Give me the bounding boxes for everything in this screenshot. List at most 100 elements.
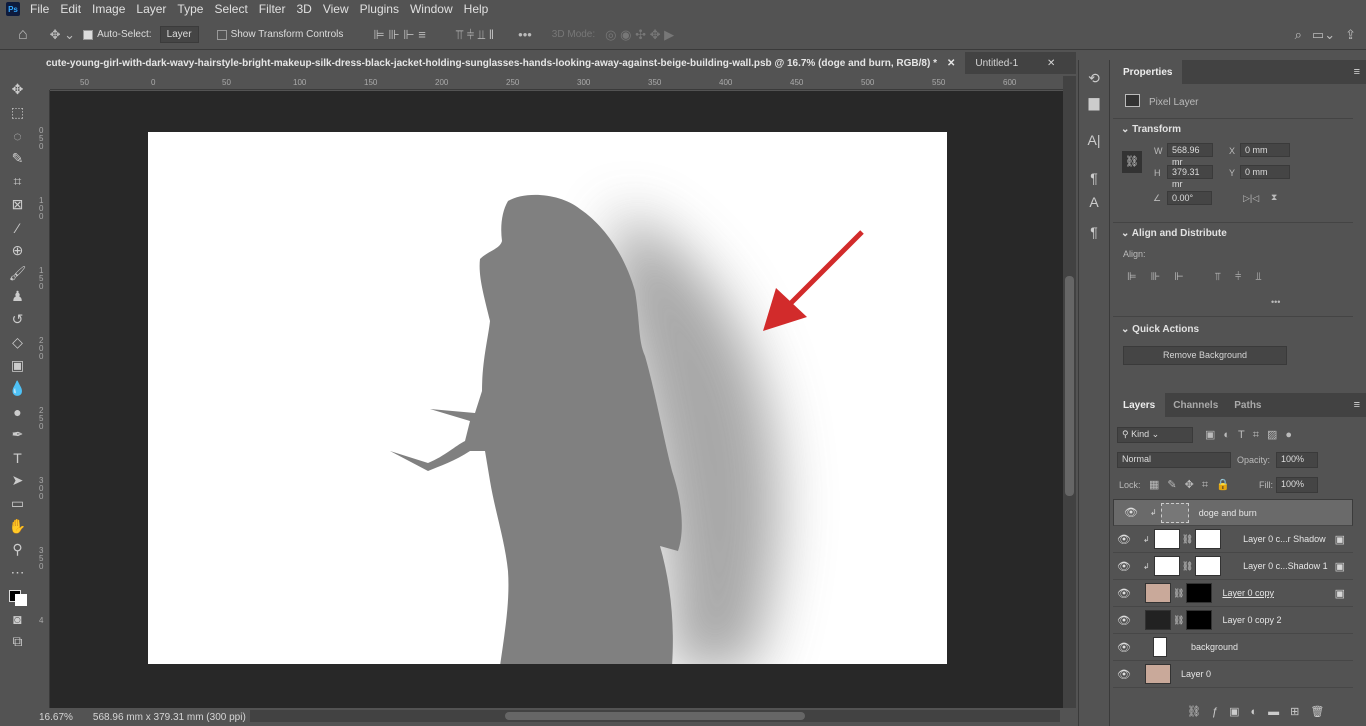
crop-tool-icon[interactable]: ⌗	[5, 170, 31, 193]
move-tool-icon[interactable]: ✥ ⌄	[50, 27, 75, 43]
tab-channels[interactable]: Channels	[1165, 400, 1226, 411]
canvas-area[interactable]	[50, 91, 1063, 708]
menu-filter[interactable]: Filter	[259, 2, 286, 16]
comments-icon[interactable]: ▆	[1079, 94, 1109, 118]
menu-view[interactable]: View	[323, 2, 349, 16]
more-options-icon[interactable]: •••	[1271, 297, 1280, 307]
menu-layer[interactable]: Layer	[136, 2, 166, 16]
close-icon[interactable]: ✕	[947, 58, 955, 69]
fill-field[interactable]: 100%	[1276, 477, 1318, 493]
layer-row[interactable]: 👁 ↲ ⛓ Layer 0 c...Shadow 1 ▣	[1113, 553, 1353, 580]
layer-row[interactable]: 👁 ⛓ Layer 0 copy 2	[1113, 607, 1353, 634]
rectangle-tool-icon[interactable]: ▭	[5, 492, 31, 515]
vertical-scrollbar[interactable]	[1063, 76, 1076, 708]
layer-row[interactable]: 👁 Layer 0	[1113, 661, 1353, 688]
type-tool-icon[interactable]: T	[5, 446, 31, 469]
close-icon[interactable]: ✕	[1047, 58, 1055, 69]
eye-icon[interactable]: 👁	[1113, 533, 1135, 546]
menu-select[interactable]: Select	[214, 2, 247, 16]
angle-field[interactable]: 0.00°	[1167, 191, 1212, 205]
blend-mode-dropdown[interactable]: Normal	[1117, 452, 1231, 468]
menu-edit[interactable]: Edit	[60, 2, 81, 16]
hand-tool-icon[interactable]: ✋	[5, 515, 31, 538]
character-styles-icon[interactable]: A	[1079, 194, 1109, 218]
history-brush-icon[interactable]: ↺	[5, 308, 31, 331]
menu-help[interactable]: Help	[464, 2, 489, 16]
character-icon[interactable]: A|	[1079, 132, 1109, 156]
filter-kind-dropdown[interactable]: ⚲ Kind ⌄	[1117, 427, 1193, 443]
frame-tool-icon[interactable]: ⊠	[5, 193, 31, 216]
share-icon[interactable]: ⇪	[1345, 27, 1356, 43]
document-canvas[interactable]	[50, 91, 1063, 708]
brush-tool-icon[interactable]: 🖌	[5, 262, 31, 285]
eye-icon[interactable]: 👁	[1113, 587, 1135, 600]
link-icon[interactable]: ⛓	[1122, 151, 1142, 173]
paragraph-icon[interactable]: ¶	[1079, 224, 1109, 248]
workspace-icon[interactable]: ▭⌄	[1312, 27, 1335, 43]
more-icon[interactable]: •••	[518, 27, 532, 42]
tab-untitled[interactable]: Untitled-1 ✕	[965, 52, 1065, 74]
tab-paths[interactable]: Paths	[1226, 400, 1269, 411]
panel-menu-icon[interactable]: ≡	[1354, 399, 1360, 411]
align-buttons[interactable]: ⊫⊪⊩ ⫪⫩⫫	[1127, 270, 1276, 284]
move-tool-icon[interactable]: ✥	[5, 78, 31, 101]
menu-file[interactable]: File	[30, 2, 49, 16]
x-field[interactable]: 0 mm	[1240, 143, 1290, 157]
distribute-icons[interactable]: ⫪ ⫩ ⫫ ‖	[456, 27, 494, 43]
opacity-field[interactable]: 100%	[1276, 452, 1318, 468]
stamp-tool-icon[interactable]: ♟	[5, 285, 31, 308]
flip-vertical-icon[interactable]: ⧗	[1271, 192, 1277, 203]
show-transform-checkbox[interactable]: Show Transform Controls	[216, 29, 343, 40]
layer-row[interactable]: 👁 ⛓ Layer 0 copy ▣	[1113, 580, 1353, 607]
filter-icons[interactable]: ▣◐T⌗▨●	[1205, 428, 1300, 442]
flip-horizontal-icon[interactable]: ▷|◁	[1243, 193, 1259, 204]
brush-settings-icon[interactable]: ¶	[1079, 170, 1109, 194]
layer-actions[interactable]: ⛓ƒ▣◐▬⊞🗑	[1187, 705, 1335, 718]
remove-background-button[interactable]: Remove Background	[1123, 346, 1287, 365]
history-icon[interactable]: ⟲	[1079, 70, 1109, 94]
eye-icon[interactable]: 👁	[1120, 506, 1142, 519]
eye-icon[interactable]: 👁	[1113, 668, 1135, 681]
layer-row[interactable]: 👁 background	[1113, 634, 1353, 661]
document-info[interactable]: 568.96 mm x 379.31 mm (300 ppi)	[93, 712, 246, 723]
path-select-tool-icon[interactable]: ➤	[5, 469, 31, 492]
layer-row[interactable]: 👁 ↲ doge and burn	[1113, 499, 1353, 526]
quick-select-tool-icon[interactable]: ✎	[5, 147, 31, 170]
gradient-tool-icon[interactable]: ▣	[5, 354, 31, 377]
dodge-tool-icon[interactable]: ●	[5, 400, 31, 423]
menu-image[interactable]: Image	[92, 2, 125, 16]
align-icons[interactable]: ⊫ ⊪ ⊩ ≡	[373, 27, 425, 43]
y-field[interactable]: 0 mm	[1240, 165, 1290, 179]
search-icon[interactable]: ⌕	[1295, 27, 1302, 43]
lock-icons[interactable]: ▦✎✥⌗🔒	[1149, 478, 1238, 492]
width-field[interactable]: 568.96 mr	[1167, 143, 1213, 167]
tab-document[interactable]: cute-young-girl-with-dark-wavy-hairstyle…	[36, 52, 966, 74]
eye-icon[interactable]: 👁	[1113, 560, 1135, 573]
horizontal-scrollbar[interactable]	[250, 710, 1060, 722]
panel-menu-icon[interactable]: ≡	[1354, 66, 1360, 78]
marquee-tool-icon[interactable]: ⬚	[5, 101, 31, 124]
menu-window[interactable]: Window	[410, 2, 453, 16]
color-swatches-icon[interactable]	[5, 584, 31, 607]
layer-row[interactable]: 👁 ↲ ⛓ Layer 0 c...r Shadow ▣	[1113, 526, 1353, 553]
auto-select-checkbox[interactable]: Auto-Select:	[83, 29, 152, 40]
eye-icon[interactable]: 👁	[1113, 641, 1135, 654]
home-icon[interactable]: ⌂	[18, 26, 28, 44]
menu-type[interactable]: Type	[177, 2, 203, 16]
eraser-tool-icon[interactable]: ◇	[5, 331, 31, 354]
pen-tool-icon[interactable]: ✒	[5, 423, 31, 446]
eyedropper-tool-icon[interactable]: ⁄	[5, 216, 31, 239]
zoom-tool-icon[interactable]: ⚲	[5, 538, 31, 561]
more-tools-icon[interactable]: ⋯	[5, 561, 31, 584]
lasso-tool-icon[interactable]: ◌	[5, 124, 31, 147]
screen-mode-icon[interactable]: ⧉	[5, 630, 31, 653]
zoom-level[interactable]: 16.67%	[39, 712, 73, 723]
quick-mask-icon[interactable]: ◙	[5, 607, 31, 630]
height-field[interactable]: 379.31 mr	[1167, 165, 1213, 189]
menu-3d[interactable]: 3D	[296, 2, 311, 16]
menu-plugins[interactable]: Plugins	[360, 2, 399, 16]
tab-layers[interactable]: Layers	[1113, 393, 1166, 417]
healing-tool-icon[interactable]: ⊕	[5, 239, 31, 262]
auto-select-target-dropdown[interactable]: Layer	[159, 26, 199, 43]
tab-properties[interactable]: Properties	[1113, 60, 1183, 84]
